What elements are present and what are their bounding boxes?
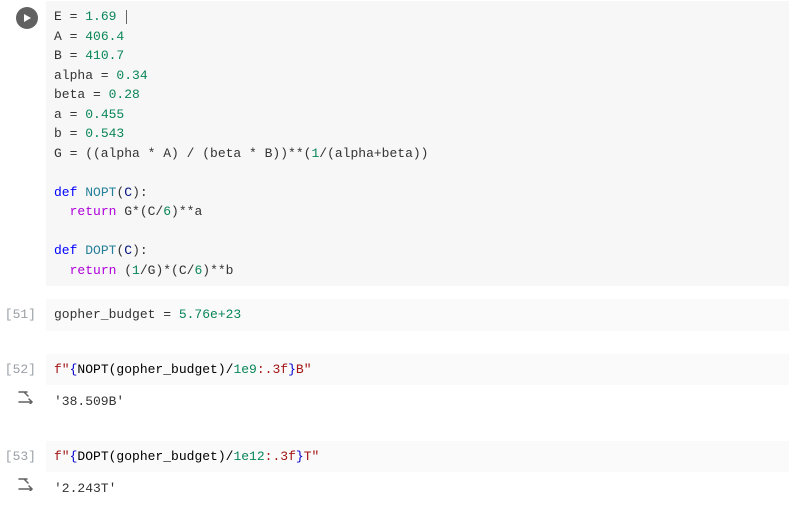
code-cell: [52] f"{NOPT(gopher_budget)/1e9:.3f}B" [0, 353, 789, 386]
code-text: E = [54, 9, 85, 24]
text-cursor [126, 10, 127, 24]
code-text: G = ((alpha * A) / (beta * B))**( [54, 146, 311, 161]
code-text: beta = [54, 87, 109, 102]
string-close: " [304, 362, 312, 377]
keyword-return: return [70, 204, 117, 219]
run-cell-button[interactable] [16, 7, 38, 29]
string-open: f" [54, 449, 70, 464]
cell-prompt: [52] [0, 354, 46, 386]
code-text: gopher_budget = [54, 307, 179, 322]
code-editor[interactable]: gopher_budget = 5.76e+23 [46, 299, 789, 331]
output-gutter [0, 473, 46, 505]
output-icon [18, 477, 36, 491]
output-row: '38.509B' [0, 385, 789, 418]
number-literal: 410.7 [85, 48, 124, 63]
cell-output: '2.243T' [46, 473, 789, 505]
function-name: DOPT [85, 243, 116, 258]
cell-output: '38.509B' [46, 386, 789, 418]
cell-prompt: [53] [0, 441, 46, 473]
keyword-def: def [54, 185, 77, 200]
parameter: C [124, 185, 132, 200]
play-icon [22, 13, 32, 23]
number-literal: 406.4 [85, 29, 124, 44]
code-cell: [51] gopher_budget = 5.76e+23 [0, 298, 789, 331]
output-gutter [0, 386, 46, 418]
number-literal: 0.455 [85, 107, 124, 122]
code-text: /(alpha+beta)) [319, 146, 428, 161]
code-text: alpha = [54, 68, 116, 83]
cell-prompt: [51] [0, 299, 46, 331]
string-close: " [312, 449, 320, 464]
keyword-return: return [70, 263, 117, 278]
code-text: a = [54, 107, 85, 122]
number-literal: 0.28 [109, 87, 140, 102]
code-text: b = [54, 126, 85, 141]
number-literal: 0.34 [116, 68, 147, 83]
string-open: f" [54, 362, 70, 377]
code-text: B = [54, 48, 85, 63]
code-editor[interactable]: E = 1.69 A = 406.4 B = 410.7 alpha = 0.3… [46, 1, 789, 286]
output-icon [18, 390, 36, 404]
keyword-def: def [54, 243, 77, 258]
output-row: '2.243T' [0, 472, 789, 505]
function-name: NOPT [85, 185, 116, 200]
number-literal: 0.543 [85, 126, 124, 141]
cell-gutter [0, 1, 46, 286]
code-text: A = [54, 29, 85, 44]
number-literal: 5.76e+23 [179, 307, 241, 322]
code-cell: [53] f"{DOPT(gopher_budget)/1e12:.3f}T" [0, 440, 789, 473]
code-editor[interactable]: f"{DOPT(gopher_budget)/1e12:.3f}T" [46, 441, 789, 473]
code-editor[interactable]: f"{NOPT(gopher_budget)/1e9:.3f}B" [46, 354, 789, 386]
parameter: C [124, 243, 132, 258]
number-literal: 1.69 [85, 9, 116, 24]
code-cell: E = 1.69 A = 406.4 B = 410.7 alpha = 0.3… [0, 0, 789, 286]
